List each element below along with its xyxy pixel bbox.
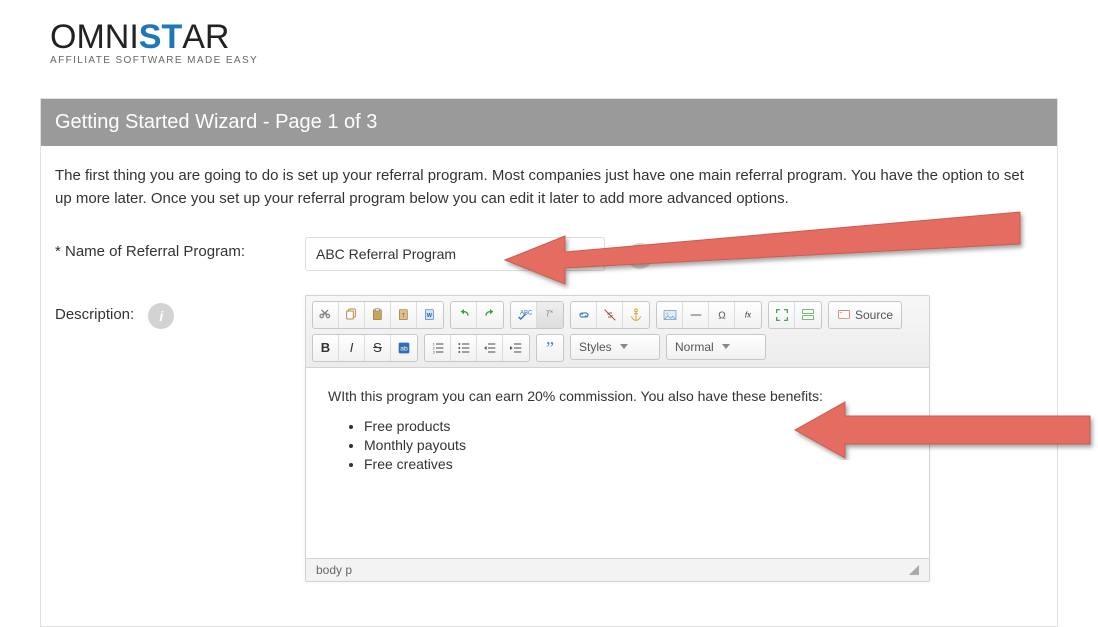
logo-letter-o: O: [50, 18, 76, 56]
editor-element-path[interactable]: body p: [316, 563, 352, 577]
caret-down-icon: [722, 344, 730, 349]
editor-bullet-list: Free products Monthly payouts Free creat…: [346, 418, 907, 472]
remove-format-icon[interactable]: T×: [537, 302, 563, 328]
bold-icon[interactable]: B: [313, 335, 339, 361]
description-label-text: Description:: [55, 306, 134, 323]
logo-letters-ar: AR: [182, 18, 229, 56]
list-item: Free products: [364, 418, 907, 434]
list-item: Monthly payouts: [364, 437, 907, 453]
info-icon[interactable]: i: [627, 243, 653, 269]
indent-icon[interactable]: [503, 335, 529, 361]
math-icon[interactable]: fx: [735, 302, 761, 328]
svg-text:fx: fx: [745, 310, 752, 319]
logo-letters-mni: MNI: [76, 18, 138, 56]
brand-logo: OMNISTAR AFFILIATE SOFTWARE MADE EASY: [0, 0, 1098, 78]
blocks-icon[interactable]: [795, 302, 821, 328]
hr-icon[interactable]: [683, 302, 709, 328]
svg-text:3: 3: [432, 349, 435, 354]
format-label: Normal: [675, 340, 714, 354]
referral-name-row: * Name of Referral Program: i: [55, 237, 1043, 271]
info-icon[interactable]: i: [148, 303, 174, 329]
referral-name-input[interactable]: [305, 237, 605, 271]
ul-icon[interactable]: [451, 335, 477, 361]
strike-icon[interactable]: S: [365, 335, 391, 361]
resize-handle-icon[interactable]: [909, 565, 919, 575]
link-icon[interactable]: [571, 302, 597, 328]
editor-paragraph: WIth this program you can earn 20% commi…: [328, 388, 907, 404]
cut-icon[interactable]: [313, 302, 339, 328]
editor-content-area[interactable]: WIth this program you can earn 20% commi…: [306, 368, 929, 558]
italic-icon[interactable]: I: [339, 335, 365, 361]
editor-status-bar: body p: [306, 558, 929, 581]
unlink-icon[interactable]: [597, 302, 623, 328]
format-dropdown[interactable]: Normal: [666, 334, 766, 360]
wizard-panel: Getting Started Wizard - Page 1 of 3 The…: [40, 98, 1058, 627]
expand-icon[interactable]: [769, 302, 795, 328]
svg-text:ABC: ABC: [520, 310, 532, 316]
special-char-icon[interactable]: Ω: [709, 302, 735, 328]
image-icon[interactable]: [657, 302, 683, 328]
source-button[interactable]: Source: [829, 302, 901, 328]
svg-text:Ω: Ω: [718, 310, 726, 321]
wizard-intro: The first thing you are going to do is s…: [55, 164, 1043, 211]
description-label: Description: i: [55, 295, 305, 327]
list-item: Free creatives: [364, 456, 907, 472]
color-icon[interactable]: ab: [391, 335, 417, 361]
svg-text:×: ×: [550, 309, 553, 315]
wizard-body: The first thing you are going to do is s…: [41, 146, 1057, 626]
logo-tagline: AFFILIATE SOFTWARE MADE EASY: [50, 55, 1098, 66]
description-row: Description: i T: [55, 295, 1043, 582]
spellcheck-icon[interactable]: ABC: [511, 302, 537, 328]
blockquote-icon[interactable]: ”: [537, 335, 563, 361]
caret-down-icon: [620, 344, 628, 349]
anchor-icon[interactable]: [623, 302, 649, 328]
logo-letters-st: ST: [139, 18, 182, 56]
redo-icon[interactable]: [477, 302, 503, 328]
source-label: Source: [855, 308, 893, 322]
paste-icon[interactable]: [365, 302, 391, 328]
undo-icon[interactable]: [451, 302, 477, 328]
referral-name-label: * Name of Referral Program:: [55, 237, 305, 260]
editor-toolbar: T W ABC T×: [306, 296, 929, 368]
ol-icon[interactable]: 123: [425, 335, 451, 361]
paste-word-icon[interactable]: W: [417, 302, 443, 328]
rich-text-editor: T W ABC T×: [305, 295, 930, 582]
styles-label: Styles: [579, 340, 612, 354]
copy-icon[interactable]: [339, 302, 365, 328]
svg-text:ab: ab: [400, 345, 408, 352]
paste-text-icon[interactable]: T: [391, 302, 417, 328]
wizard-title: Getting Started Wizard - Page 1 of 3: [41, 99, 1057, 146]
outdent-icon[interactable]: [477, 335, 503, 361]
styles-dropdown[interactable]: Styles: [570, 334, 660, 360]
